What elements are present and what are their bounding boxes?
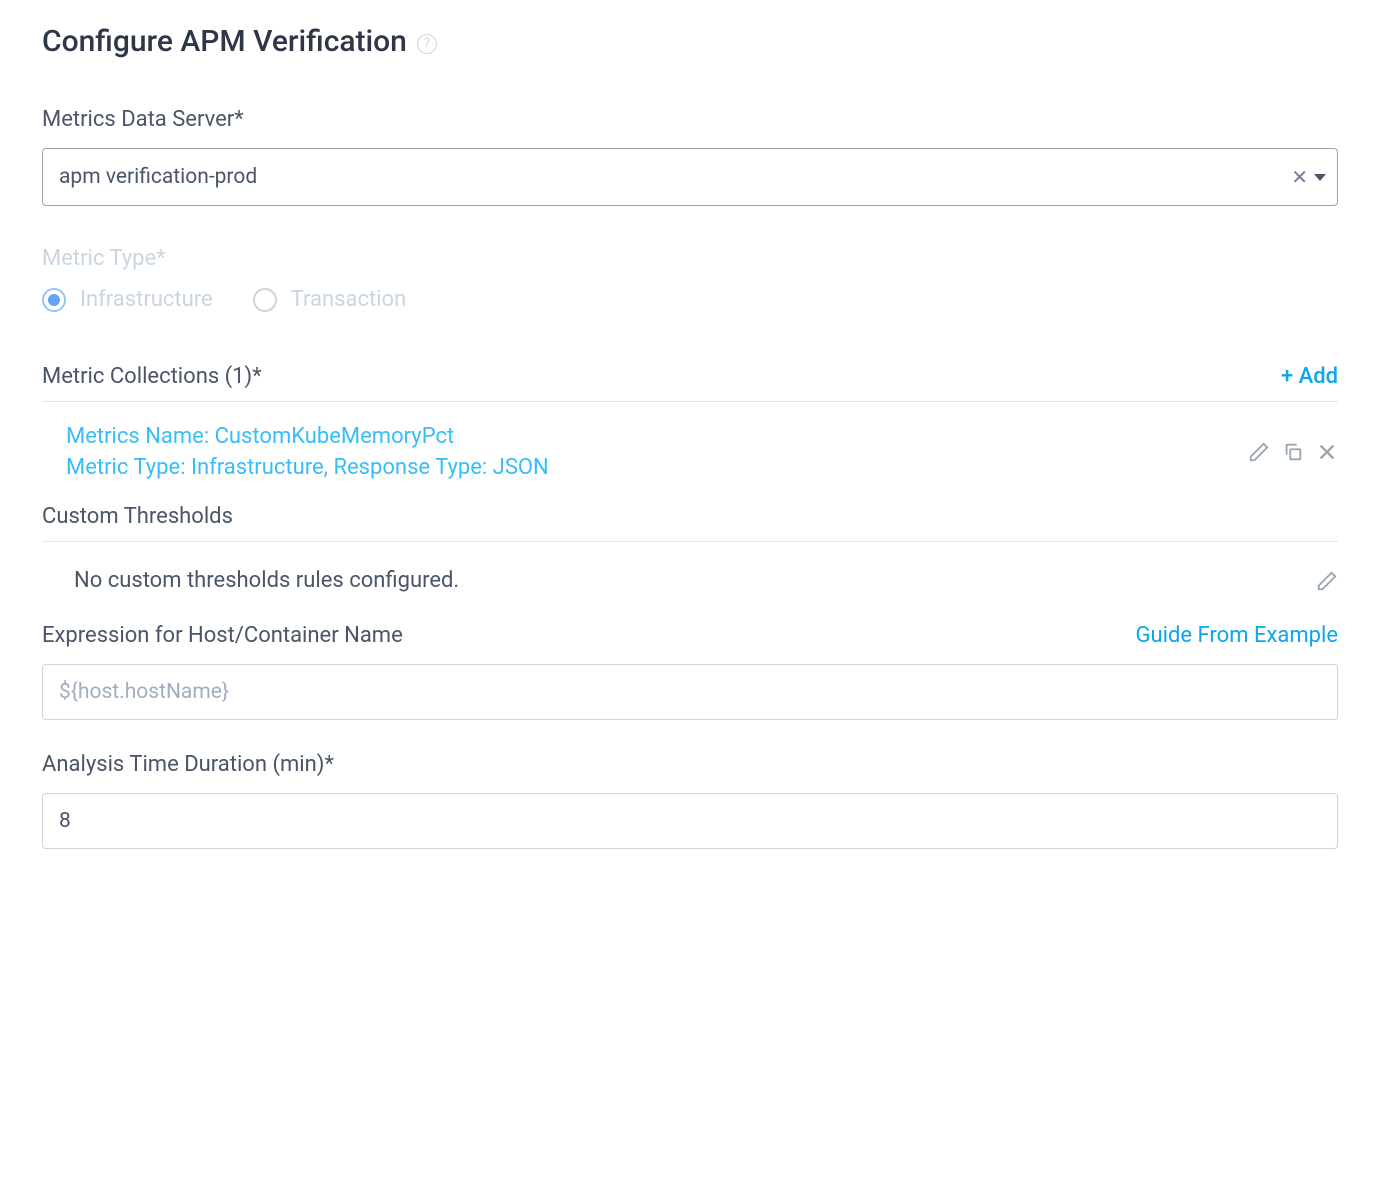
clear-icon[interactable]: ✕ [1291, 167, 1308, 187]
analysis-duration-label: Analysis Time Duration (min)* [42, 752, 1338, 777]
radio-transaction[interactable]: Transaction [253, 287, 407, 312]
metric-name-line[interactable]: Metrics Name: CustomKubeMemoryPct [66, 424, 549, 449]
divider [42, 541, 1338, 542]
radio-circle-icon [253, 288, 277, 312]
metric-type-radio-group: Infrastructure Transaction [42, 287, 1338, 312]
radio-transaction-label: Transaction [291, 287, 407, 312]
edit-icon[interactable] [1248, 441, 1270, 463]
expression-input[interactable] [42, 664, 1338, 720]
radio-infrastructure[interactable]: Infrastructure [42, 287, 213, 312]
help-icon[interactable]: ? [417, 34, 437, 54]
edit-icon[interactable] [1316, 570, 1338, 592]
add-metric-button[interactable]: + Add [1281, 364, 1338, 389]
divider [42, 401, 1338, 402]
metric-collections-label: Metric Collections (1)* [42, 364, 262, 389]
metrics-data-server-select[interactable] [42, 148, 1338, 206]
guide-from-example-link[interactable]: Guide From Example [1136, 623, 1338, 648]
radio-infrastructure-label: Infrastructure [80, 287, 213, 312]
analysis-duration-input[interactable] [42, 793, 1338, 849]
custom-thresholds-empty: No custom thresholds rules configured. [74, 568, 459, 593]
delete-icon[interactable] [1316, 441, 1338, 463]
copy-icon[interactable] [1282, 441, 1304, 463]
metric-collection-item: Metrics Name: CustomKubeMemoryPct Metric… [42, 422, 1338, 504]
page-title: Configure APM Verification [42, 24, 407, 59]
expression-label: Expression for Host/Container Name [42, 623, 403, 648]
custom-thresholds-label: Custom Thresholds [42, 504, 1338, 529]
metric-type-label: Metric Type* [42, 246, 1338, 271]
radio-circle-icon [42, 288, 66, 312]
metric-type-line[interactable]: Metric Type: Infrastructure, Response Ty… [66, 455, 549, 480]
chevron-down-icon[interactable] [1314, 174, 1326, 181]
metrics-data-server-label: Metrics Data Server* [42, 107, 1338, 132]
